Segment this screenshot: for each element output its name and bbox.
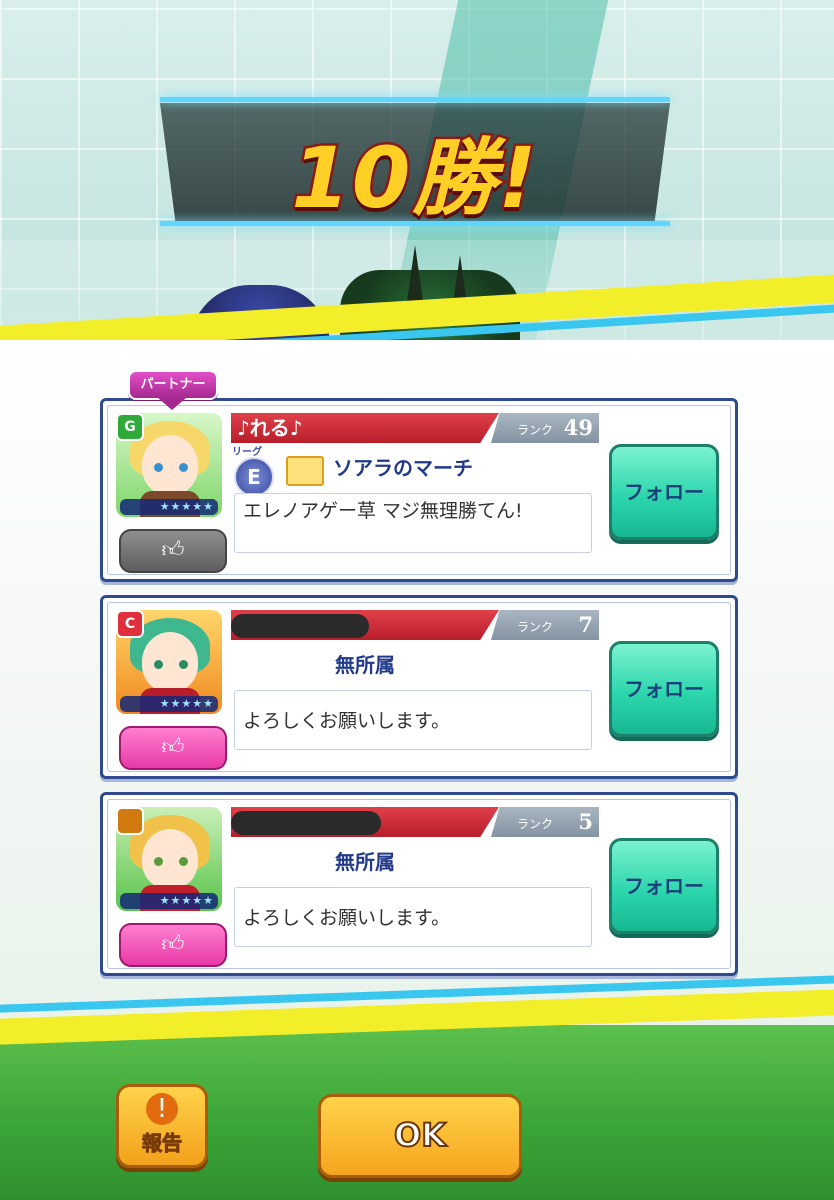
guild-emblem-icon — [286, 456, 324, 486]
partner-tag: パートナー — [128, 370, 218, 410]
player-comment: よろしくお願いします。 — [234, 887, 592, 947]
star-rating: ★★★★★ — [120, 499, 218, 515]
rank-value: 7 — [578, 612, 593, 637]
redacted-name — [231, 614, 369, 638]
player-card: ★★★★★ C 👍︎ ランク 7 無所属 よろしくお願いします。 フォロー — [100, 595, 738, 779]
warning-icon: ! — [146, 1093, 178, 1125]
player-comment: よろしくお願いします。 — [234, 690, 592, 750]
thumbs-up-icon: 👍︎ — [161, 932, 185, 957]
guild-name: ソアラのマーチ — [333, 456, 473, 480]
player-card: ★★★★★ G 👍︎ ♪れる♪ ランク 49 リーグ E ソアラのマーチ エレノ… — [100, 398, 738, 582]
rarity-badge: C — [116, 610, 144, 638]
win-banner: 10勝! — [160, 97, 670, 230]
report-label: 報告 — [142, 1131, 183, 1156]
follow-button[interactable]: フォロー — [609, 444, 719, 540]
player-avatar[interactable]: ★★★★★ C — [116, 610, 222, 714]
win-count-text: 10勝! — [289, 127, 539, 230]
player-comment: エレノアゲー草 マジ無理勝てん! — [234, 493, 592, 553]
guild-name: 無所属 — [335, 850, 395, 874]
report-button[interactable]: ! 報告 — [116, 1084, 208, 1168]
like-button[interactable]: 👍︎ — [119, 923, 227, 967]
rarity-badge — [116, 807, 144, 835]
redacted-name — [231, 811, 381, 835]
follow-button[interactable]: フォロー — [609, 641, 719, 737]
league-tag: リーグ — [232, 447, 262, 458]
avatar-eyes — [154, 857, 188, 866]
player-avatar[interactable]: ★★★★★ — [116, 807, 222, 911]
follow-button[interactable]: フォロー — [609, 838, 719, 934]
player-avatar[interactable]: ★★★★★ G — [116, 413, 222, 517]
avatar-eyes — [154, 463, 188, 472]
league-badge: E — [234, 457, 274, 497]
game-screen: 10勝! ★★★★★ G 👍︎ ♪れる♪ ランク 49 リーグ E ソアラのマー… — [0, 0, 834, 1200]
like-button[interactable]: 👍︎ — [119, 726, 227, 770]
rarity-badge: G — [116, 413, 144, 441]
rank-value: 49 — [563, 415, 593, 440]
like-button[interactable]: 👍︎ — [119, 529, 227, 573]
thumbs-up-icon: 👍︎ — [161, 538, 185, 563]
avatar-eyes — [154, 660, 188, 669]
star-rating: ★★★★★ — [120, 893, 218, 909]
player-card: ★★★★★ 👍︎ ランク 5 無所属 よろしくお願いします。 フォロー — [100, 792, 738, 976]
rank-value: 5 — [578, 809, 593, 834]
player-name: ♪れる♪ — [237, 416, 303, 440]
thumbs-up-icon: 👍︎ — [161, 735, 185, 760]
banner-top-line — [160, 97, 670, 102]
guild-name: 無所属 — [335, 653, 395, 677]
ok-button[interactable]: OK — [318, 1094, 522, 1178]
star-rating: ★★★★★ — [120, 696, 218, 712]
